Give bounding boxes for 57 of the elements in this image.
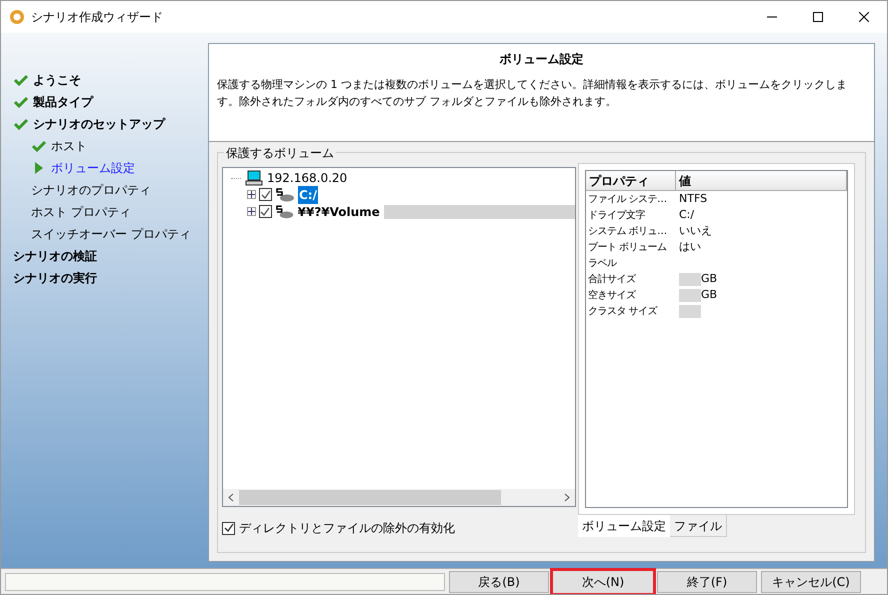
column-header[interactable]: 値 [676, 171, 847, 190]
tab[interactable]: ファイル [670, 515, 727, 537]
wizard-step: スイッチオーバー プロパティ [31, 225, 191, 243]
wizard-step: ホスト プロパティ [31, 203, 131, 221]
computer-icon [245, 170, 263, 186]
wizard-step: シナリオの検証 [13, 247, 97, 265]
property-name: ファイル システ… [587, 192, 668, 206]
horizontal-scrollbar[interactable] [223, 489, 575, 506]
tree-item[interactable]: C:/ [298, 186, 318, 204]
check-icon [14, 96, 28, 108]
header-description: 保護する物理マシンの 1 つまたは複数のボリュームを選択してください。詳細情報を表示するには、ボリュームをクリックします。除外されたフォルダ内のすべてのサブ フォルダとファイルも除外されます。 [217, 77, 848, 110]
property-name: ドライブ文字 [587, 208, 646, 222]
property-name: システム ボリュ… [587, 224, 668, 238]
check-icon [14, 74, 28, 86]
wizard-button[interactable]: 戻る(B) [449, 570, 549, 592]
check-icon [14, 118, 28, 130]
expand-icon[interactable] [247, 190, 256, 199]
disk-icon [274, 204, 294, 218]
app-icon [9, 9, 25, 25]
header-title: ボリューム設定 [498, 51, 584, 68]
wizard-button[interactable]: 次へ(N) [553, 570, 653, 592]
property-value: GB [701, 286, 718, 303]
property-name: 合計サイズ [587, 272, 637, 286]
group-title: 保護するボリューム [224, 144, 336, 162]
property-name: 空きサイズ [587, 288, 637, 302]
disk-icon [275, 188, 295, 202]
wizard-button[interactable]: キャンセル(C) [761, 570, 861, 592]
tree-checkbox[interactable] [259, 188, 272, 201]
property-name: ラベル [587, 256, 618, 270]
wizard-step: シナリオのセットアップ [33, 115, 165, 133]
tab[interactable]: ボリューム設定 [578, 515, 670, 537]
property-name: クラスタ サイズ [587, 304, 658, 318]
property-value: NTFS [679, 190, 708, 207]
property-value: C:/ [679, 206, 694, 223]
wizard-step: ようこそ [33, 71, 81, 89]
wizard-step: ボリューム設定 [51, 159, 135, 177]
exclude-checkbox[interactable] [222, 522, 235, 534]
tree-item[interactable]: ¥¥?¥Volume [296, 202, 381, 220]
property-name: ブート ボリューム [587, 240, 668, 254]
property-value: GB [701, 270, 718, 287]
tree-checkbox[interactable] [259, 205, 272, 218]
check-icon [32, 140, 46, 152]
maximize-icon [813, 12, 823, 22]
wizard-step: シナリオのプロパティ [31, 181, 151, 199]
window-title: シナリオ作成ウィザード [31, 9, 163, 26]
wizard-step: 製品タイプ [33, 93, 93, 111]
column-header[interactable]: プロパティ [586, 171, 676, 190]
checkbox-label: ディレクトリとファイルの除外の有効化 [239, 520, 455, 537]
arrow-icon [34, 162, 44, 174]
property-value: いいえ [679, 222, 712, 239]
wizard-button[interactable]: 終了(F) [657, 570, 757, 592]
wizard-step: ホスト [51, 137, 87, 155]
tree-item[interactable]: 192.168.0.20 [267, 169, 348, 187]
expand-icon[interactable] [247, 207, 256, 216]
close-icon [859, 12, 869, 22]
property-value: はい [679, 238, 701, 255]
wizard-step: シナリオの実行 [13, 269, 97, 287]
